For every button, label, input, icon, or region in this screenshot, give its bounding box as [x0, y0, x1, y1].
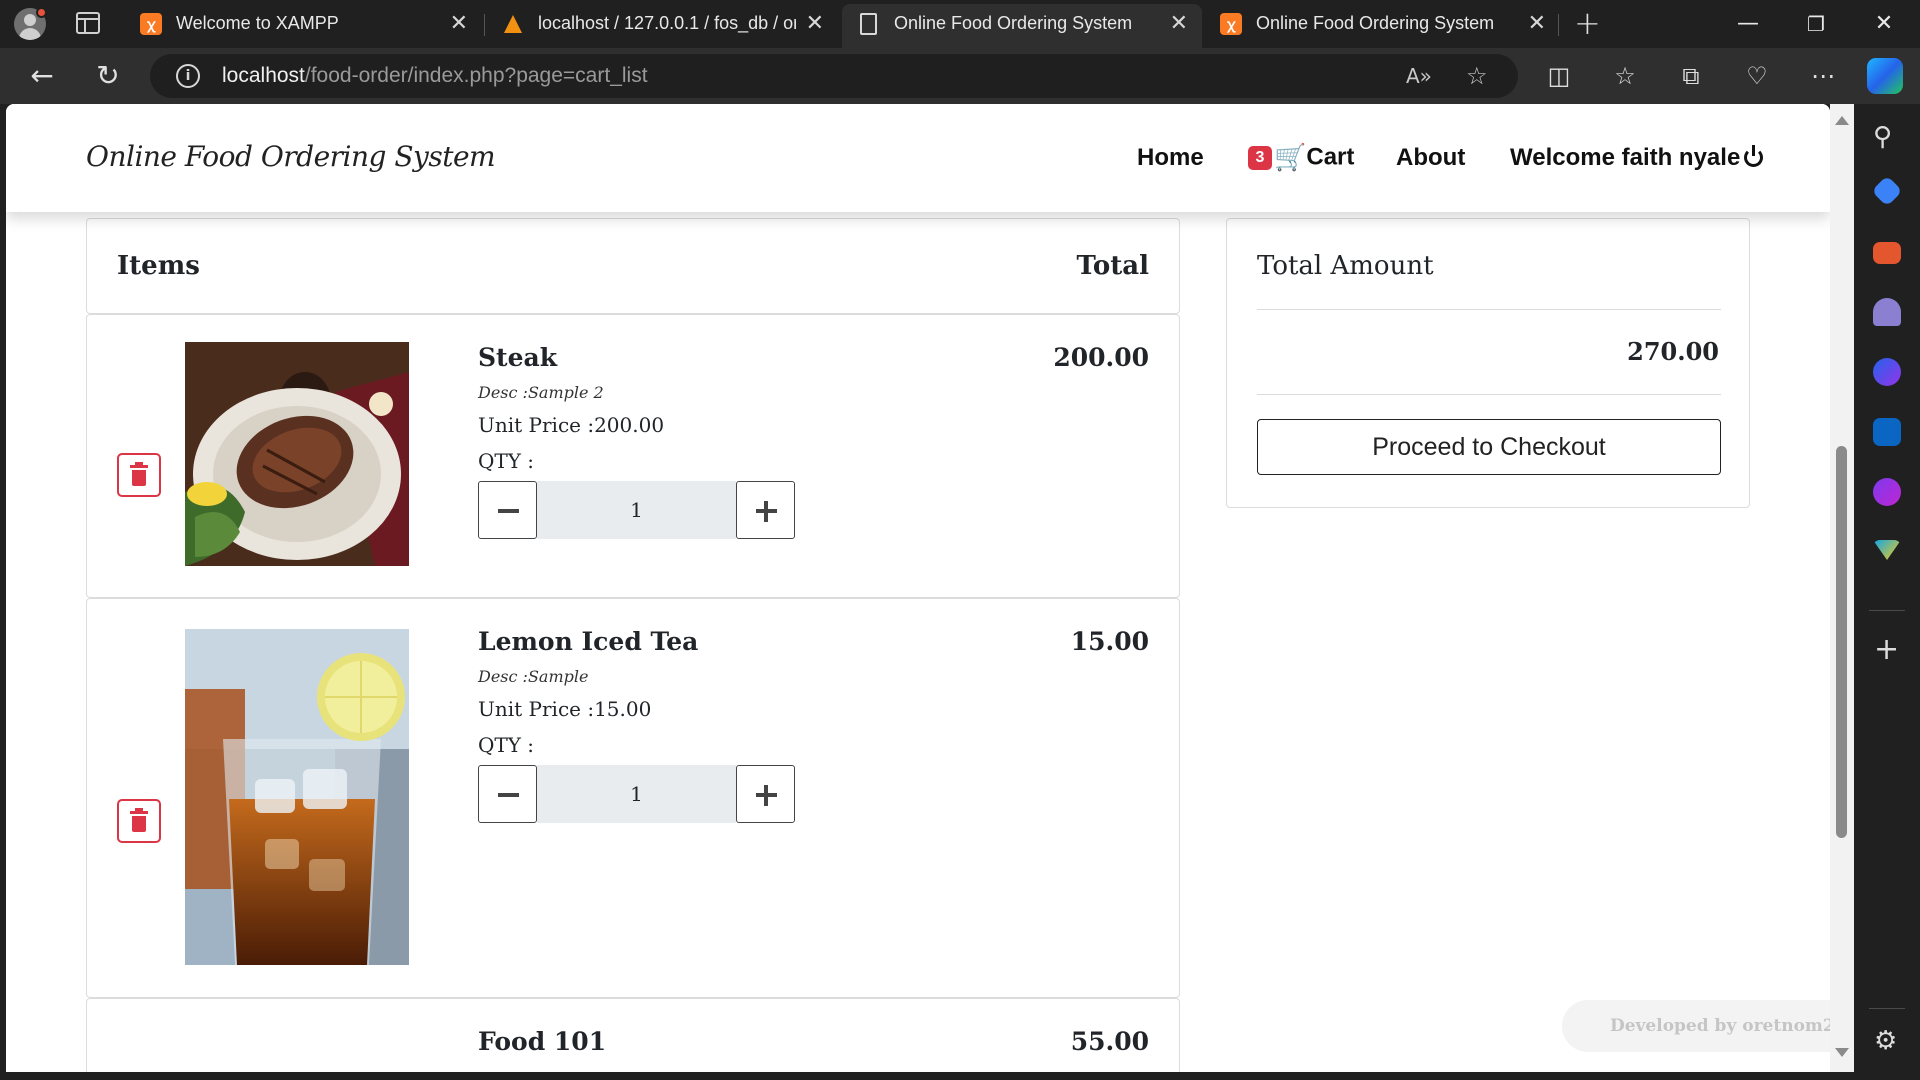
xampp-icon: ꭓ [1220, 13, 1242, 35]
total-amount-value: 270.00 [1627, 337, 1719, 366]
designer-icon[interactable] [1873, 478, 1901, 506]
send-drop-icon[interactable] [1873, 540, 1901, 560]
divider [1257, 309, 1721, 310]
scrollbar-thumb[interactable] [1836, 446, 1847, 838]
total-amount-title: Total Amount [1257, 251, 1434, 281]
close-window-icon[interactable]: ✕ [1854, 6, 1914, 42]
increase-qty-plus-icon[interactable] [736, 481, 795, 539]
cart-item-row: Steak Desc :Sample 2 Unit Price :200.00 … [86, 314, 1180, 598]
item-qty-label: QTY : [478, 449, 535, 473]
item-name: Steak [478, 343, 558, 372]
phpmyadmin-icon [502, 13, 524, 35]
qty-input[interactable]: 1 [537, 765, 736, 823]
item-total: 15.00 [1070, 627, 1149, 656]
copilot-sidebar-icon[interactable] [1873, 358, 1901, 386]
new-tab-plus-icon[interactable]: + [1574, 6, 1601, 40]
cart-icon: 🛒 [1274, 142, 1307, 172]
document-icon [860, 13, 877, 35]
add-sidebar-app-icon[interactable]: + [1874, 632, 1899, 667]
cart-item-row: Food 101 55.00 [86, 998, 1180, 1072]
item-total: 200.00 [1053, 343, 1149, 372]
tab-strip: ꭓ Welcome to XAMPP ✕ localhost / 127.0.0… [0, 0, 1920, 48]
browser-essentials-icon[interactable]: ♡ [1737, 58, 1777, 94]
more-menu-icon[interactable]: ⋯ [1803, 58, 1843, 94]
item-name: Food 101 [478, 1027, 607, 1056]
decrease-qty-minus-icon[interactable] [478, 481, 537, 539]
xampp-icon: ꭓ [140, 13, 162, 35]
close-tab-icon[interactable]: ✕ [806, 10, 824, 36]
welcome-user-text: Welcome faith nyale [1510, 144, 1741, 171]
item-description: Desc :Sample 2 [478, 383, 604, 402]
steak-image [185, 342, 409, 566]
tab-food-ordering-active[interactable]: Online Food Ordering System ✕ [842, 4, 1202, 48]
items-header: Items [117, 251, 200, 281]
total-header: Total [1076, 251, 1149, 281]
item-description: Desc :Sample [478, 667, 589, 686]
favorite-star-icon[interactable]: ☆ [1466, 62, 1488, 90]
proceed-to-checkout-button[interactable]: Proceed to Checkout [1257, 419, 1721, 475]
favorites-icon[interactable]: ☆ [1605, 58, 1645, 94]
delete-trash-icon[interactable] [117, 799, 161, 843]
restore-icon[interactable]: ❐ [1786, 6, 1846, 42]
item-unit-price: Unit Price :200.00 [478, 413, 665, 437]
page-viewport: Online Food Ordering System Home 3 🛒Cart … [6, 104, 1830, 1072]
back-arrow-icon[interactable]: ← [22, 58, 62, 94]
close-tab-icon[interactable]: ✕ [1170, 10, 1188, 36]
tab-phpmyadmin[interactable]: localhost / 127.0.0.1 / fos_db / or ✕ [486, 0, 838, 48]
qty-input[interactable]: 1 [537, 481, 736, 539]
items-header-card: Items Total [86, 218, 1180, 314]
nav-home[interactable]: Home [1137, 144, 1204, 172]
profile-avatar-icon[interactable] [12, 6, 50, 42]
minimize-icon[interactable]: — [1718, 6, 1778, 42]
address-bar[interactable]: i localhost/food-order/index.php?page=ca… [150, 54, 1518, 98]
read-aloud-icon[interactable]: A» [1406, 64, 1432, 88]
item-name: Lemon Iced Tea [478, 627, 699, 656]
scroll-up-arrow-icon[interactable] [1835, 116, 1849, 125]
split-screen-icon[interactable]: ◫ [1539, 58, 1579, 94]
quantity-stepper: 1 [478, 765, 795, 823]
cart-count-badge: 3 [1248, 145, 1272, 170]
shopping-tag-icon[interactable] [1871, 175, 1903, 207]
item-unit-price: Unit Price :15.00 [478, 697, 652, 721]
item-total: 55.00 [1070, 1027, 1149, 1056]
collections-icon[interactable]: ⧉ [1671, 58, 1711, 94]
outlook-icon[interactable] [1873, 418, 1901, 446]
lemon-iced-tea-image [185, 629, 409, 965]
nav-about[interactable]: About [1396, 144, 1465, 172]
nav-user-menu[interactable]: Welcome faith nyale [1510, 144, 1764, 172]
increase-qty-plus-icon[interactable] [736, 765, 795, 823]
url-text[interactable]: localhost/food-order/index.php?page=cart… [222, 64, 648, 88]
close-tab-icon[interactable]: ✕ [1528, 10, 1546, 36]
scroll-down-arrow-icon[interactable] [1835, 1048, 1849, 1057]
copilot-icon[interactable] [1867, 58, 1903, 94]
nav-cart[interactable]: 3 🛒Cart [1248, 142, 1354, 173]
close-tab-icon[interactable]: ✕ [450, 10, 468, 36]
search-icon[interactable]: ⚲ [1873, 122, 1892, 152]
item-qty-label: QTY : [478, 733, 535, 757]
quantity-stepper: 1 [478, 481, 795, 539]
nav-cart-label: Cart [1306, 143, 1355, 171]
tab-welcome-xampp[interactable]: ꭓ Welcome to XAMPP ✕ [124, 0, 482, 48]
power-logout-icon[interactable] [1744, 145, 1764, 167]
browser-toolbar: ← ↻ i localhost/food-order/index.php?pag… [0, 48, 1920, 104]
developed-by-badge: Developed by oretnom23 [1562, 1000, 1830, 1052]
site-navbar: Online Food Ordering System Home 3 🛒Cart … [6, 104, 1830, 212]
delete-trash-icon[interactable] [117, 453, 161, 497]
tab-food-ordering[interactable]: ꭓ Online Food Ordering System ✕ [1204, 0, 1560, 48]
games-chess-icon[interactable] [1873, 298, 1901, 326]
total-amount-card: Total Amount 270.00 Proceed to Checkout [1226, 218, 1750, 508]
tab-actions-icon[interactable] [76, 12, 100, 34]
refresh-icon[interactable]: ↻ [88, 58, 128, 94]
settings-gear-icon[interactable]: ⚙ [1874, 1026, 1897, 1056]
site-info-icon[interactable]: i [176, 64, 200, 88]
tools-briefcase-icon[interactable] [1873, 242, 1901, 264]
divider [1257, 394, 1721, 395]
decrease-qty-minus-icon[interactable] [478, 765, 537, 823]
cart-item-row: Lemon Iced Tea Desc :Sample Unit Price :… [86, 598, 1180, 998]
site-brand[interactable]: Online Food Ordering System [86, 140, 496, 173]
edge-sidebar: ⚲ + ⚙ [1854, 104, 1920, 1080]
